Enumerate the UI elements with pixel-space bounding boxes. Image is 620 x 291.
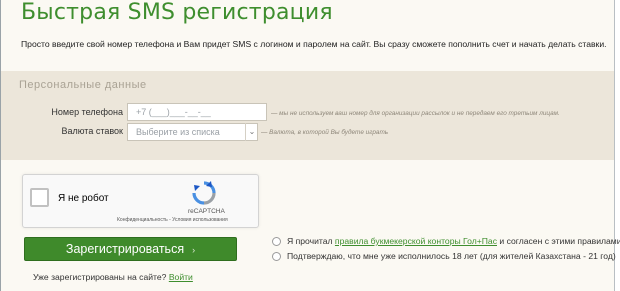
rules-suffix: и согласен с этими правилами (499, 236, 620, 246)
register-button-label: Зарегистрироваться (65, 242, 185, 256)
intro-text: Просто введите свой номер телефона и Вам… (21, 39, 607, 49)
currency-label: Валюта ставок (61, 126, 124, 136)
rules-link[interactable]: правила букмекерской конторы Гол+Пас (335, 236, 497, 246)
recaptcha-checkbox[interactable] (30, 188, 49, 207)
recaptcha-label: Я не робот (58, 193, 109, 204)
chevron-right-icon: › (192, 245, 196, 255)
age-checkbox[interactable] (272, 252, 281, 261)
register-button[interactable]: Зарегистрироваться › (24, 237, 237, 261)
page-border-right (614, 0, 620, 291)
recaptcha-brand: reCAPTCHA (188, 208, 225, 215)
personal-section-title: Персональные данные (19, 79, 147, 91)
page-title: Быстрая SMS регистрация (21, 0, 333, 25)
chevron-down-icon[interactable]: ⌄ (245, 123, 258, 141)
recaptcha-logo-icon (192, 181, 216, 205)
rules-prefix: Я прочитал (287, 236, 333, 246)
phone-hint: — мы не используем ваш номер для организ… (271, 110, 560, 117)
recaptcha-links[interactable]: Конфиденциальность - Условия использован… (117, 217, 228, 223)
login-prompt: Уже зарегистрированы на сайте? (33, 272, 167, 282)
age-confirmation: Подтверждаю, что мне уже исполнилось 18 … (287, 251, 616, 261)
phone-input[interactable]: +7 (___)___-__-__ (127, 103, 267, 121)
rules-agreement: Я прочитал правила букмекерской конторы … (287, 236, 620, 246)
login-link[interactable]: Войти (169, 272, 193, 282)
rules-checkbox[interactable] (272, 237, 281, 246)
currency-select[interactable]: Выберите из списка (127, 123, 258, 141)
login-line: Уже зарегистрированы на сайте? Войти (33, 272, 193, 282)
phone-label: Номер телефона (51, 107, 123, 117)
currency-hint: — Валюта, в которой Вы будете играть (261, 129, 389, 136)
